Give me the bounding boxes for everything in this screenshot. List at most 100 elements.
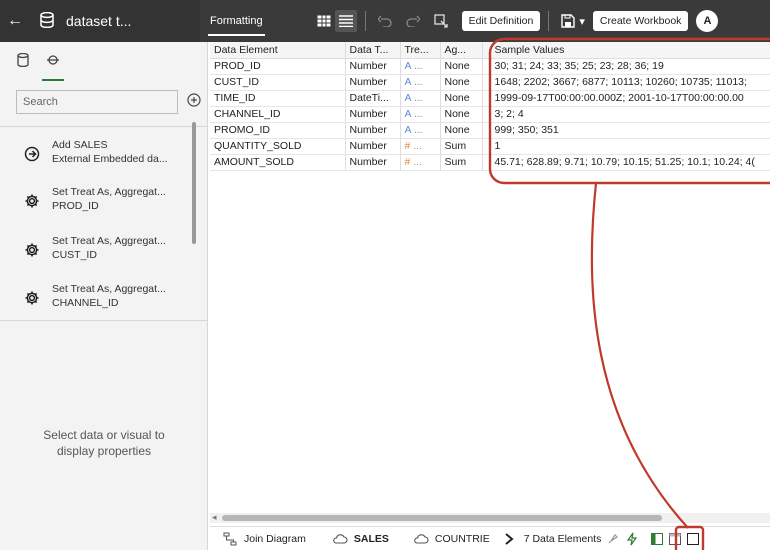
data-type-cell[interactable]: Number: [345, 138, 401, 155]
table-row[interactable]: TIME_ID DateTi... A ... None 1999-09-17T…: [210, 90, 770, 107]
data-element-name[interactable]: PROMO_ID: [210, 122, 346, 139]
undo-icon[interactable]: [374, 10, 396, 32]
history-panel-tab[interactable]: [42, 49, 64, 81]
tab-formatting[interactable]: Formatting: [200, 0, 273, 42]
lightning-icon[interactable]: [627, 532, 638, 546]
data-element-name[interactable]: CUST_ID: [210, 74, 346, 91]
cloud-data-icon: [332, 531, 348, 547]
treat-as-cell[interactable]: # ...: [400, 154, 441, 171]
avatar[interactable]: A: [696, 10, 719, 32]
history-item-detail: CUST_ID: [52, 249, 97, 261]
scrollbar-thumb[interactable]: [222, 515, 662, 521]
sample-values-cell: 999; 350; 351: [482, 122, 770, 139]
sample-values-cell: 3; 2; 4: [482, 106, 770, 123]
aggregation-cell[interactable]: None: [440, 58, 483, 75]
add-plus-circle-icon[interactable]: [186, 92, 202, 108]
treat-as-cell[interactable]: A ...: [400, 74, 441, 91]
dataset-header: ← dataset t...: [0, 0, 200, 42]
sample-values-cell: 1: [482, 138, 770, 155]
sample-values-cell: 1648; 2202; 3667; 6877; 10113; 10260; 10…: [482, 74, 770, 91]
table-row[interactable]: CUST_ID Number A ... None 1648; 2202; 36…: [210, 74, 770, 91]
data-type-cell[interactable]: DateTi...: [345, 90, 401, 107]
grid-header-row: Data Element Data T... Tre... Ag... Samp…: [210, 42, 770, 59]
layout-top-panel-icon[interactable]: [669, 532, 682, 545]
create-workbook-button[interactable]: Create Workbook: [592, 11, 689, 31]
join-diagram-icon: [222, 531, 238, 547]
join-diagram-tab[interactable]: Join Diagram: [222, 531, 306, 547]
history-item-title: Set Treat As, Aggregat...: [52, 235, 166, 247]
layout-full-panel-icon[interactable]: [687, 532, 700, 545]
list-view-icon[interactable]: [334, 10, 357, 32]
history-item-title: Set Treat As, Aggregat...: [52, 283, 166, 295]
treat-as-cell[interactable]: A ...: [400, 106, 441, 123]
table-row[interactable]: CHANNEL_ID Number A ... None 3; 2; 4: [210, 106, 770, 123]
column-header[interactable]: Sample Values: [482, 42, 770, 59]
refresh-data-icon[interactable]: [430, 10, 452, 32]
chevron-right-icon[interactable]: [504, 532, 514, 545]
data-type-cell[interactable]: Number: [345, 154, 401, 171]
history-item[interactable]: Set Treat As, Aggregat... PROD_ID: [0, 185, 200, 225]
treat-as-cell[interactable]: A ...: [400, 90, 441, 107]
table-row[interactable]: PROMO_ID Number A ... None 999; 350; 351: [210, 122, 770, 139]
history-scrollbar[interactable]: [192, 122, 196, 244]
treat-as-cell[interactable]: A ...: [400, 122, 441, 139]
column-header[interactable]: Data Element: [210, 42, 346, 59]
properties-message-line: Select data or visual to: [43, 428, 165, 442]
table-row[interactable]: PROD_ID Number A ... None 30; 31; 24; 33…: [210, 58, 770, 75]
history-item-detail: External Embedded da...: [52, 153, 168, 165]
sales-tab-label: SALES: [353, 532, 389, 545]
search-input[interactable]: Search: [16, 90, 178, 114]
sample-values-cell: 45.71; 628.89; 9.71; 10.79; 10.15; 51.25…: [482, 154, 770, 171]
countries-tab[interactable]: COUNTRIE: [413, 531, 490, 547]
arrow-circle-right-icon: [22, 144, 42, 164]
sample-values-cell: 30; 31; 24; 33; 35; 25; 23; 28; 36; 19: [482, 58, 770, 75]
data-type-cell[interactable]: Number: [345, 106, 401, 123]
left-panel: Search Add SALES External Embedded da...…: [0, 42, 208, 550]
data-element-name[interactable]: AMOUNT_SOLD: [210, 154, 346, 171]
aggregation-cell[interactable]: None: [440, 74, 483, 91]
column-header[interactable]: Tre...: [400, 42, 441, 59]
data-element-name[interactable]: TIME_ID: [210, 90, 346, 107]
table-view-icon[interactable]: [313, 10, 335, 32]
top-toolbar: ← dataset t... Formatting Edit Definitio…: [0, 0, 770, 42]
aggregation-cell[interactable]: Sum: [440, 154, 483, 171]
history-item[interactable]: Add SALES External Embedded da...: [0, 138, 200, 178]
history-item[interactable]: Set Treat As, Aggregat... CHANNEL_ID: [0, 282, 200, 322]
column-header[interactable]: Data T...: [345, 42, 401, 59]
join-diagram-label: Join Diagram: [244, 532, 306, 545]
data-type-cell[interactable]: Number: [345, 122, 401, 139]
treat-as-cell[interactable]: # ...: [400, 138, 441, 155]
scroll-left-icon[interactable]: ◂: [212, 512, 217, 523]
bottom-bar: Join Diagram SALES COUNTRIE 7 Data Eleme…: [210, 526, 770, 550]
cloud-data-icon: [413, 531, 429, 547]
dataset-title[interactable]: dataset t...: [66, 13, 131, 29]
data-element-name[interactable]: PROD_ID: [210, 58, 346, 75]
sales-tab[interactable]: SALES: [332, 531, 389, 547]
aggregation-cell[interactable]: None: [440, 106, 483, 123]
table-row[interactable]: QUANTITY_SOLD Number # ... Sum 1: [210, 138, 770, 155]
table-row[interactable]: AMOUNT_SOLD Number # ... Sum 45.71; 628.…: [210, 154, 770, 171]
history-item-detail: CHANNEL_ID: [52, 297, 119, 309]
history-item[interactable]: Set Treat As, Aggregat... CUST_ID: [0, 234, 200, 274]
data-elements-grid: Data Element Data T... Tre... Ag... Samp…: [210, 42, 770, 171]
column-header[interactable]: Ag...: [440, 42, 483, 59]
rocket-icon[interactable]: [607, 533, 619, 545]
aggregation-cell[interactable]: None: [440, 90, 483, 107]
back-button[interactable]: ←: [0, 12, 30, 30]
data-panel-tab[interactable]: [12, 49, 34, 71]
aggregation-cell[interactable]: Sum: [440, 138, 483, 155]
search-placeholder: Search: [23, 96, 58, 108]
treat-as-cell[interactable]: A ...: [400, 58, 441, 75]
save-icon[interactable]: [557, 10, 579, 32]
aggregation-cell[interactable]: None: [440, 122, 483, 139]
redo-icon[interactable]: [402, 10, 424, 32]
data-type-cell[interactable]: Number: [345, 58, 401, 75]
data-type-cell[interactable]: Number: [345, 74, 401, 91]
edit-definition-button[interactable]: Edit Definition: [461, 11, 541, 31]
divider: [0, 126, 208, 127]
data-element-name[interactable]: CHANNEL_ID: [210, 106, 346, 123]
horizontal-scrollbar[interactable]: ◂: [210, 512, 770, 523]
layout-left-panel-icon[interactable]: [651, 532, 664, 545]
save-menu-chevron[interactable]: ▾: [579, 15, 585, 28]
data-element-name[interactable]: QUANTITY_SOLD: [210, 138, 346, 155]
